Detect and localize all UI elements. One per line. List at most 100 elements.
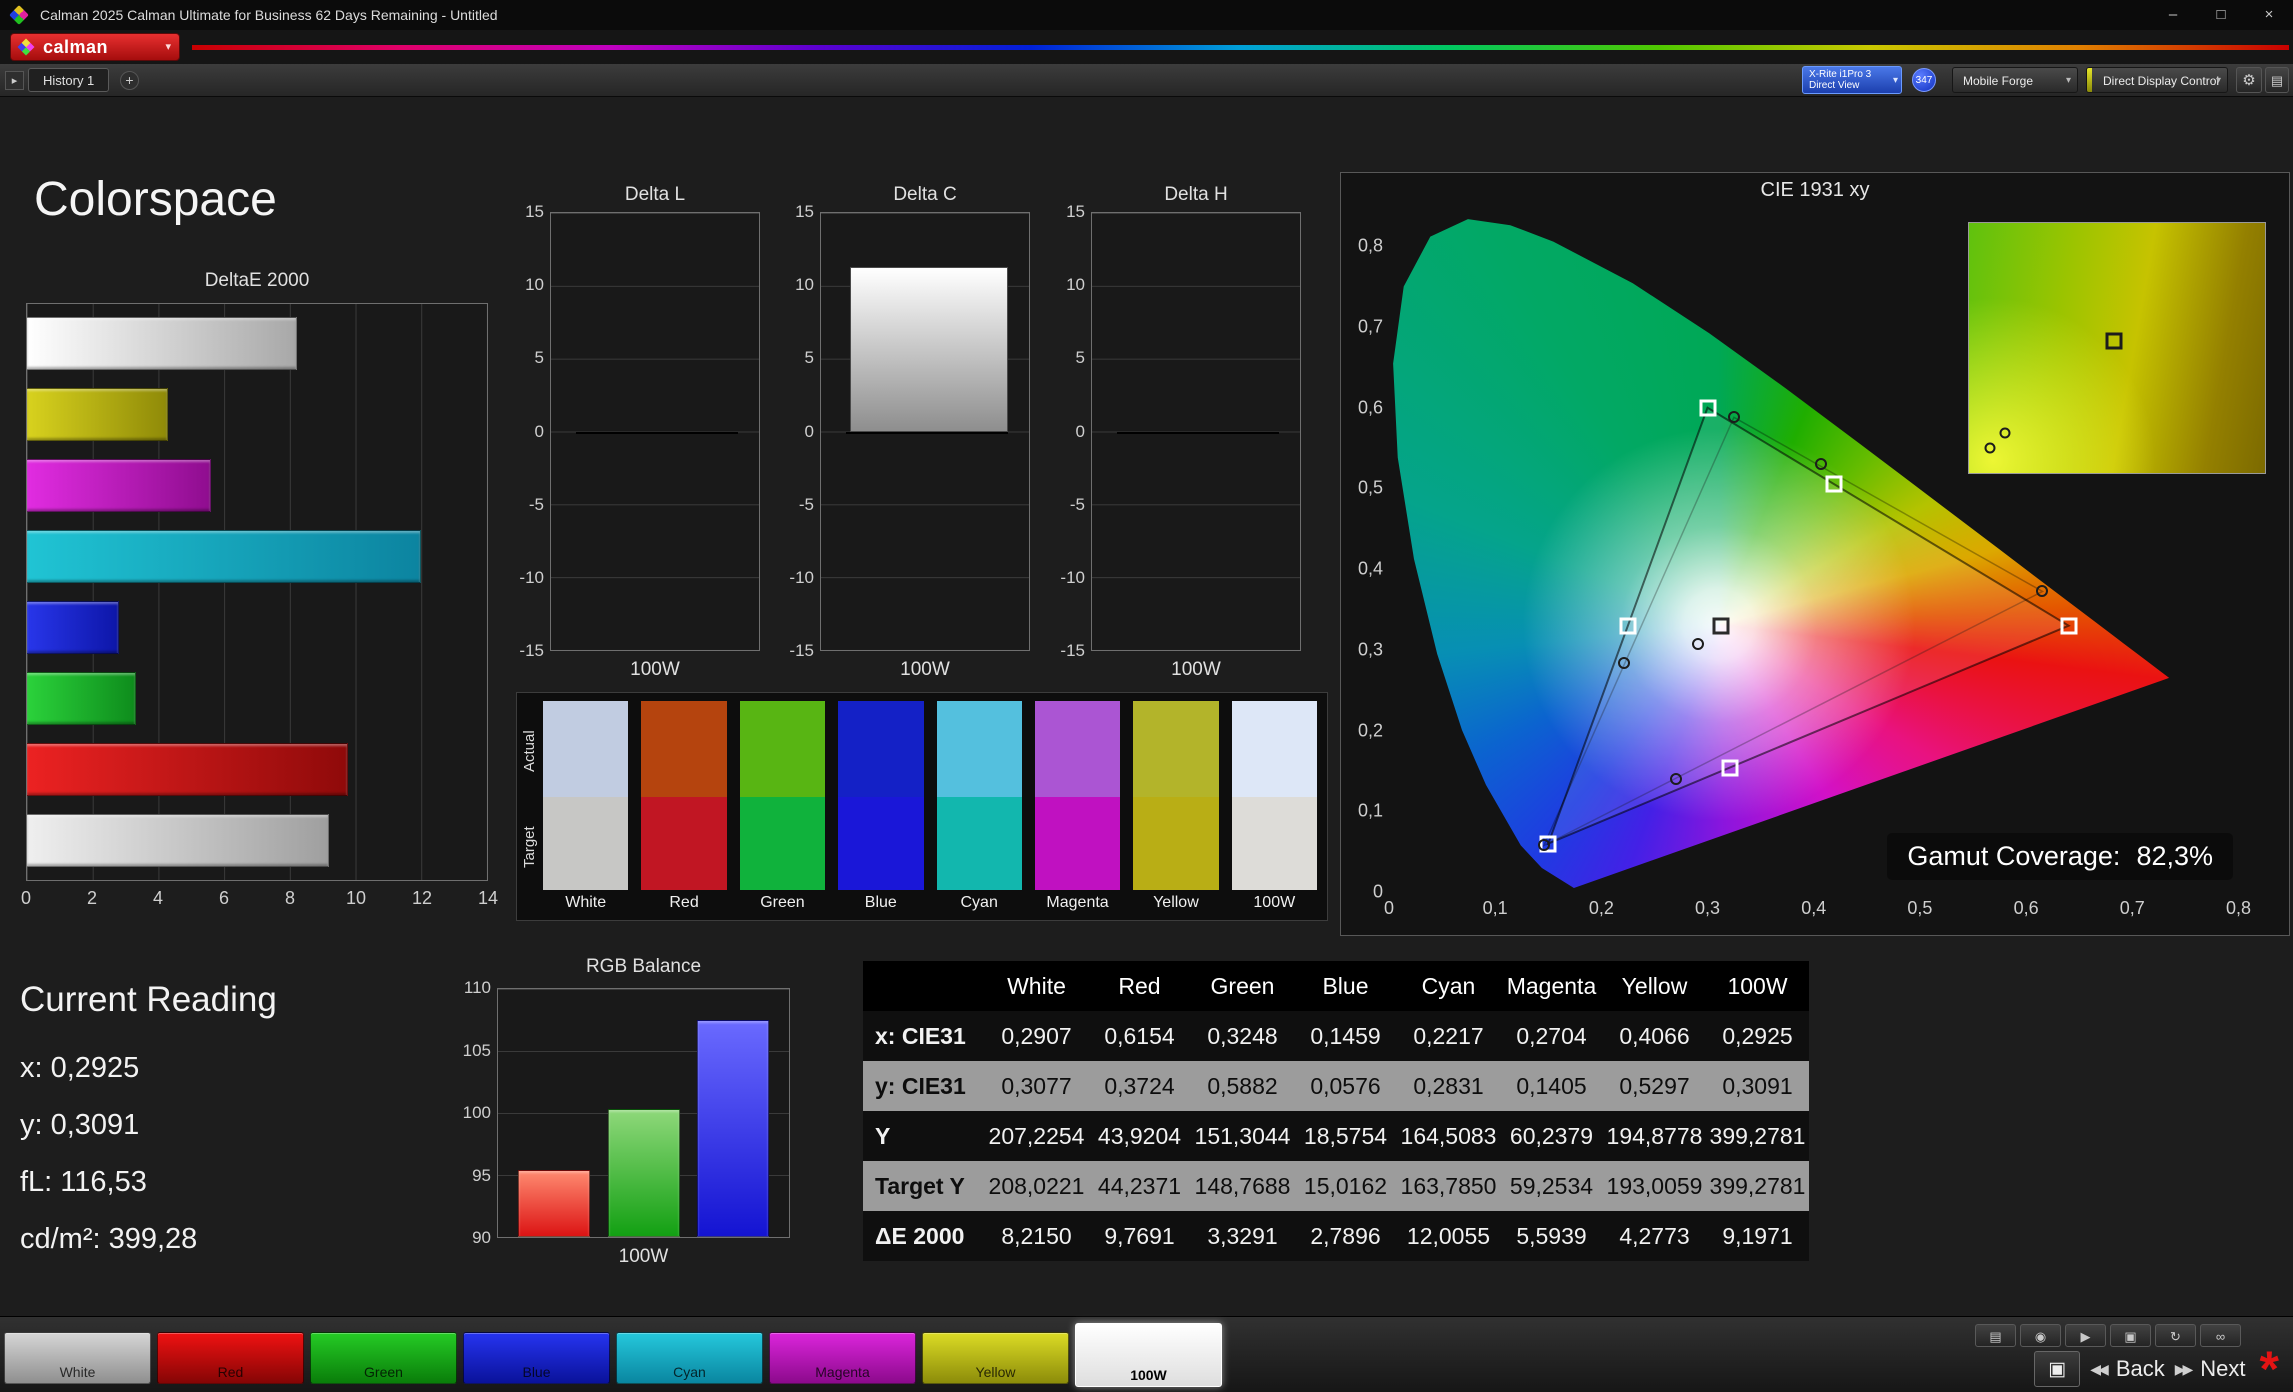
y-tick-label: 15	[795, 202, 814, 222]
table-value-cell: 0,3091	[1706, 1061, 1809, 1111]
x-tick-label: 0,4	[1801, 898, 1826, 919]
table-value-cell: 15,0162	[1294, 1161, 1397, 1211]
deltae-bar-100w	[27, 814, 329, 867]
reading-value: x: 0,2925	[20, 1040, 197, 1097]
pattern-button-label: 100W	[1076, 1367, 1221, 1383]
link-icon[interactable]: ∞	[2200, 1324, 2241, 1347]
swatch-actual-cyan	[937, 701, 1022, 797]
cie-zoom-inset	[1968, 222, 2266, 474]
table-value-cell: 18,5754	[1294, 1111, 1397, 1161]
camera-icon[interactable]: ◉	[2020, 1324, 2061, 1347]
deltae-bar-white	[27, 317, 297, 370]
source-selector-button[interactable]: Mobile Forge ▾	[1952, 67, 2078, 93]
table-value-cell: 0,2831	[1397, 1061, 1500, 1111]
deltae-bar-cyan	[27, 530, 421, 583]
pattern-button-label: Red	[158, 1364, 303, 1380]
calman-menu-button[interactable]: calman ▾	[10, 33, 180, 61]
pattern-button-magenta[interactable]: Magenta	[769, 1332, 916, 1384]
x-tick-label: 0,2	[1589, 898, 1614, 919]
next-button[interactable]: Next	[2200, 1356, 2245, 1382]
swatch-target-cyan	[937, 797, 1022, 890]
back-button[interactable]: Back	[2116, 1356, 2165, 1382]
table-row-label: y: CIE31	[863, 1061, 985, 1111]
pattern-button-cyan[interactable]: Cyan	[616, 1332, 763, 1384]
y-tick-label: 0,1	[1358, 801, 1383, 822]
pattern-icon[interactable]: ▣	[2110, 1324, 2151, 1347]
swatch-target-100w	[1232, 797, 1317, 890]
refresh-icon[interactable]: ↻	[2155, 1324, 2196, 1347]
swatch-label: White	[543, 890, 628, 916]
pattern-button-blue[interactable]: Blue	[463, 1332, 610, 1384]
y-axis-ticks: 151050-5-10-15	[500, 212, 544, 651]
zero-line	[576, 432, 738, 434]
swatch-target-yellow	[1133, 797, 1218, 890]
target-marker-white	[1713, 618, 1730, 635]
swatch-column-blue: Blue	[838, 701, 923, 918]
cie-x-axis: 00,10,20,30,40,50,60,70,8	[1389, 898, 2281, 924]
y-tick-label: 15	[525, 202, 544, 222]
tab-history-1[interactable]: History 1	[28, 68, 109, 92]
pattern-button-label: Cyan	[617, 1364, 762, 1380]
display-icon[interactable]: ▤	[1975, 1324, 2016, 1347]
y-tick-label: 0,4	[1358, 559, 1383, 580]
swatch-label: Yellow	[1133, 890, 1218, 916]
close-button[interactable]: ×	[2245, 0, 2293, 30]
y-tick-label: 10	[795, 275, 814, 295]
deltae-chart-title: DeltaE 2000	[26, 270, 488, 292]
chevron-down-icon: ▾	[1893, 75, 1898, 86]
swatch-actual-green	[740, 701, 825, 797]
minimize-button[interactable]: –	[2149, 0, 2197, 30]
settings-gear-button[interactable]: ⚙	[2236, 67, 2262, 93]
forward-icon[interactable]: ▶▶	[2175, 1361, 2191, 1378]
display-control-label: Direct Display Control	[2103, 74, 2219, 88]
chart-plot-area	[550, 212, 760, 651]
table-value-cell: 0,4066	[1603, 1011, 1706, 1061]
y-tick-label: 0,2	[1358, 720, 1383, 741]
chart-plot-area	[1091, 212, 1301, 651]
play-icon[interactable]: ▶	[2065, 1324, 2106, 1347]
x-tick-label: 8	[285, 888, 295, 909]
collapse-arrow-button[interactable]: ▸	[5, 71, 24, 90]
pattern-button-100w[interactable]: 100W	[1075, 1323, 1222, 1387]
y-tick-label: 0	[1076, 422, 1085, 442]
x-tick-label: 14	[478, 888, 498, 909]
pattern-window-button[interactable]: ▣	[2034, 1351, 2080, 1387]
brand-bar: calman ▾	[0, 30, 2293, 64]
workflow-mini-buttons: ▤◉▶▣↻∞	[1975, 1324, 2241, 1347]
pattern-button-green[interactable]: Green	[310, 1332, 457, 1384]
swatch-target-blue	[838, 797, 923, 890]
y-tick-label: 0,5	[1358, 478, 1383, 499]
table-header-yellow: Yellow	[1603, 961, 1706, 1011]
x-tick-label: 2	[87, 888, 97, 909]
rgb-balance-title: RGB Balance	[497, 956, 790, 978]
cie-title: CIE 1931 xy	[1341, 179, 2289, 202]
table-value-cell: 0,3077	[985, 1061, 1088, 1111]
meter-selector-button[interactable]: X-Rite i1Pro 3 Direct View ▾	[1802, 66, 1902, 94]
y-tick-label: 0,8	[1358, 236, 1383, 257]
table-value-cell: 0,2925	[1706, 1011, 1809, 1061]
table-header-blue: Blue	[1294, 961, 1397, 1011]
reading-value: cd/m²: 399,28	[20, 1211, 197, 1268]
table-value-cell: 0,6154	[1088, 1011, 1191, 1061]
workspace-panel-button[interactable]: ▤	[2265, 67, 2289, 93]
y-tick-label: 5	[535, 348, 544, 368]
table-value-cell: 399,2781	[1706, 1161, 1809, 1211]
table-row-label: x: CIE31	[863, 1011, 985, 1061]
pattern-button-red[interactable]: Red	[157, 1332, 304, 1384]
y-tick-label: 5	[805, 348, 814, 368]
rewind-icon[interactable]: ◀◀	[2090, 1361, 2106, 1378]
display-control-button[interactable]: Direct Display Control ▾	[2086, 67, 2228, 93]
pattern-button-white[interactable]: White	[4, 1332, 151, 1384]
x-tick-label: 4	[153, 888, 163, 909]
source-label: Mobile Forge	[1963, 74, 2033, 88]
maximize-button[interactable]: □	[2197, 0, 2245, 30]
add-tab-button[interactable]: +	[120, 71, 139, 90]
y-tick-label: 0,7	[1358, 317, 1383, 338]
y-tick-label: 0,3	[1358, 639, 1383, 660]
table-row-label: Target Y	[863, 1161, 985, 1211]
pattern-button-label: Green	[311, 1364, 456, 1380]
y-tick-label: -5	[1070, 495, 1085, 515]
rgb-bar-red	[518, 1170, 590, 1237]
pattern-button-yellow[interactable]: Yellow	[922, 1332, 1069, 1384]
swatch-column-white: White	[543, 701, 628, 918]
